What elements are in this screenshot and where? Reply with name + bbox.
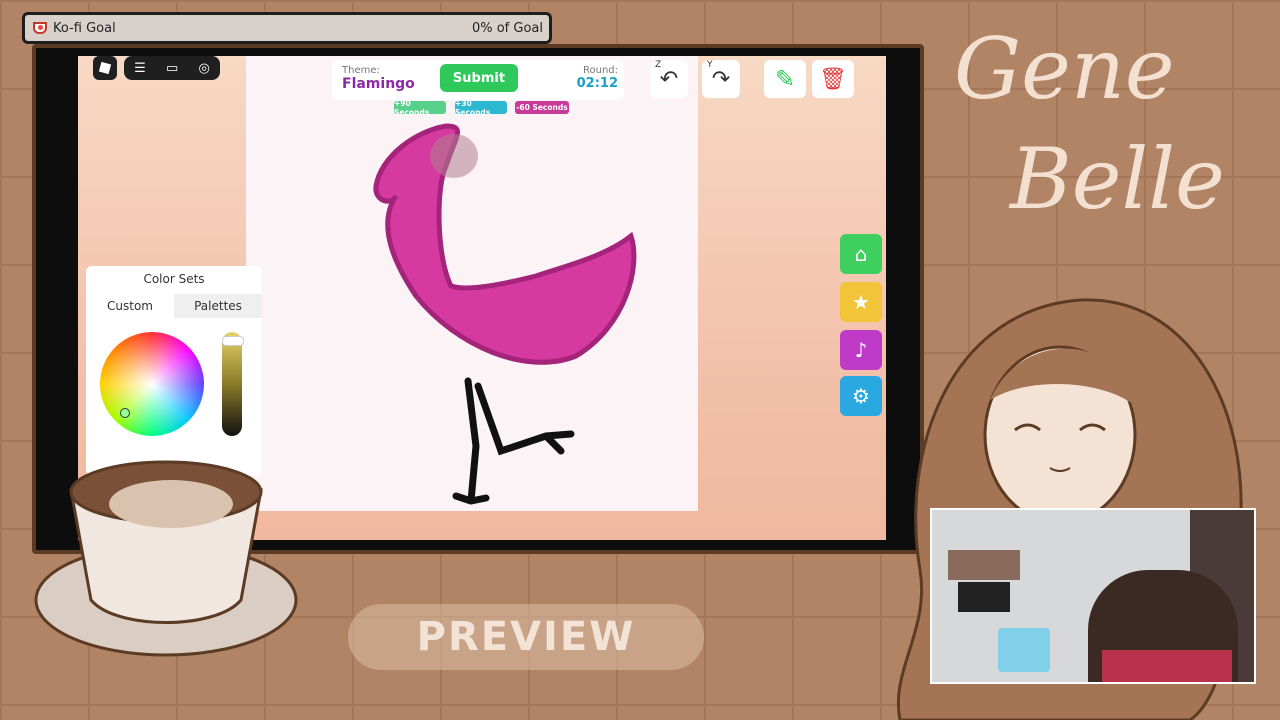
brand-name-line2: Belle xyxy=(1010,130,1225,228)
webcam-monitor-light xyxy=(998,628,1050,672)
webcam-person-shirt xyxy=(1102,650,1232,682)
redo-button[interactable]: Y ↷ xyxy=(702,60,740,98)
theme-bar: Theme: Flamingo Submit Round: 02:12 xyxy=(332,60,624,100)
tab-palettes[interactable]: Palettes xyxy=(174,294,262,318)
theme-label: Theme: xyxy=(342,65,380,76)
webcam-tv xyxy=(958,582,1010,612)
flamingo-legs xyxy=(452,377,575,505)
flamingo-body xyxy=(373,123,637,365)
trash-icon: 🗑 xyxy=(819,66,847,92)
chat-icon[interactable]: ▭ xyxy=(166,61,178,76)
color-wheel-handle[interactable] xyxy=(120,408,130,418)
brightness-slider-knob[interactable] xyxy=(222,336,244,346)
store-icon: ⌂ xyxy=(854,242,868,266)
time-chip-plus-30[interactable]: +30 Seconds xyxy=(455,99,507,117)
undo-shortcut: Z xyxy=(655,60,662,70)
kofi-goal-progress: 0% of Goal xyxy=(471,20,543,36)
roblox-menu-button[interactable] xyxy=(93,56,117,80)
tab-custom[interactable]: Custom xyxy=(86,294,174,318)
time-chip-minus-60[interactable]: -60 Seconds xyxy=(515,101,569,114)
undo-icon: ↶ xyxy=(659,66,679,92)
brush-button[interactable]: ✎ xyxy=(764,60,806,98)
round-timer: 02:12 xyxy=(576,76,618,91)
coffee-cup-illustration xyxy=(34,460,298,657)
flamingo-head-shadow xyxy=(430,134,478,178)
kofi-goal-label: Ko-fi Goal xyxy=(53,20,116,36)
redo-icon: ↷ xyxy=(711,66,731,92)
brand-name-line1: Gene xyxy=(954,20,1175,118)
roblox-logo-icon xyxy=(98,61,112,75)
preview-label: PREVIEW xyxy=(348,604,704,670)
brush-icon: ✎ xyxy=(774,65,796,93)
submit-button[interactable]: Submit xyxy=(440,64,518,92)
webcam-feed xyxy=(930,508,1256,684)
clear-canvas-button[interactable]: 🗑 xyxy=(812,60,854,98)
color-sets-title: Color Sets xyxy=(143,272,205,286)
menu-icon[interactable]: ☰ xyxy=(134,61,146,76)
shop-button[interactable]: ⌂ xyxy=(840,234,882,274)
time-chip-plus-90[interactable]: +90 Seconds xyxy=(394,99,446,117)
round-label: Round: xyxy=(582,65,618,76)
gene-belle-logo: Gene Belle xyxy=(940,20,1270,260)
undo-button[interactable]: Z ↶ xyxy=(650,60,688,98)
color-sets-tabs: Custom Palettes xyxy=(86,294,262,318)
kofi-goal-bar: Ko-fi Goal 0% of Goal xyxy=(22,12,552,44)
theme-value: Flamingo xyxy=(342,76,415,92)
webcam-shelf xyxy=(948,550,1020,580)
headset-icon[interactable]: ◎ xyxy=(199,61,210,76)
roblox-topbar: ☰ ▭ ◎ xyxy=(124,56,220,80)
kofi-cup-icon xyxy=(33,22,47,34)
redo-shortcut: Y xyxy=(707,60,713,70)
